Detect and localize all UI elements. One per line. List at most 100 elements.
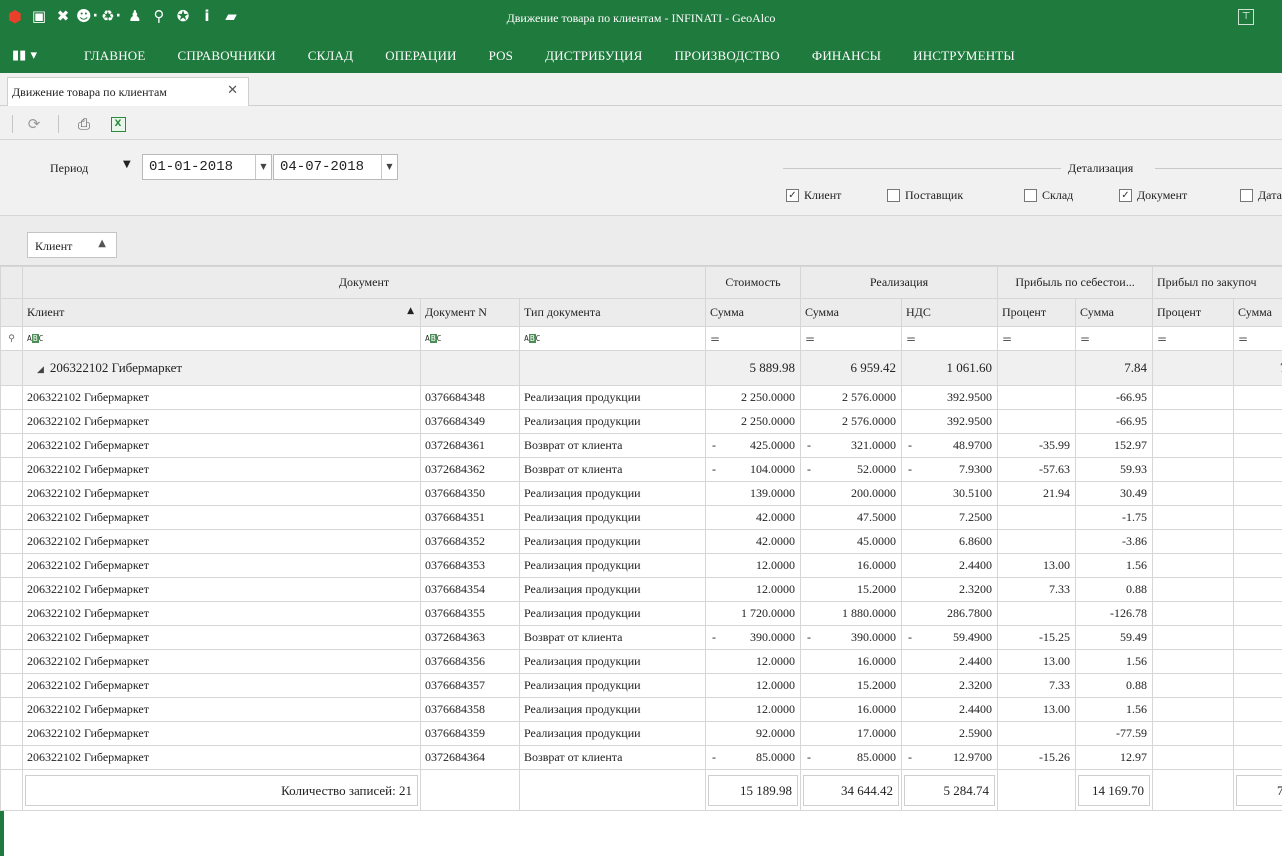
cell-profit-sum: -3.86 (1075, 529, 1154, 554)
cell-p2-sum (1233, 649, 1282, 674)
col-sale-sum[interactable]: Сумма (800, 298, 902, 327)
date-from-dropdown-icon[interactable]: ▼ (255, 155, 271, 179)
band-sales[interactable]: Реализация (799, 266, 999, 299)
filter-p2-sum[interactable]: = (1233, 326, 1282, 351)
cell-p2-pct (1152, 409, 1235, 434)
menu-item-4[interactable]: ОПЕРАЦИИ (385, 48, 456, 64)
menu-item-8[interactable]: ФИНАНСЫ (812, 48, 881, 64)
cell-doc-number: 0372684361 (420, 433, 520, 458)
filter-sale-sum[interactable]: = (800, 326, 902, 351)
checkbox-checked-icon[interactable]: ✓ (786, 189, 799, 202)
group-row-label-cell[interactable]: ◢ 206322102 Гибермаркет (22, 350, 421, 386)
filter-client[interactable]: ABC (22, 326, 421, 351)
date-to-dropdown-icon[interactable]: ▼ (381, 155, 397, 179)
app-menu-icon[interactable]: ▮▮ ▾ (12, 48, 52, 63)
close-icon[interactable]: ✕ (227, 83, 238, 98)
cell-doc-type: Реализация продукции (519, 673, 706, 698)
menu-item-9[interactable]: ИНСТРУМЕНТЫ (913, 48, 1015, 64)
cell-profit-pct (997, 385, 1077, 410)
menu-item-5[interactable]: POS (489, 48, 513, 64)
filter-cost-sum[interactable]: = (705, 326, 801, 351)
cell-profit-pct: -15.26 (997, 745, 1077, 770)
print-icon[interactable]: ⎙ (74, 114, 94, 134)
group-row[interactable]: ◢ 206322102 Гибермаркет 5 889.98 6 959.42… (0, 350, 1282, 386)
group-row-label: 206322102 Гибермаркет (49, 360, 183, 375)
cell-client: 206322102 Гибермаркет (22, 457, 421, 482)
menu-item-2[interactable]: СПРАВОЧНИКИ (178, 48, 276, 64)
detail-checkbox-1[interactable]: ✓ Клиент (786, 188, 841, 203)
col-p2-pct[interactable]: Процент (1152, 298, 1235, 327)
table-row[interactable]: 206322102 Гибермаркет 0376684358 Реализаци… (0, 697, 1282, 722)
excel-export-icon[interactable]: X (108, 114, 128, 134)
table-row[interactable]: 206322102 Гибермаркет 0372684364 Возврат о… (0, 745, 1282, 770)
menu-item-7[interactable]: ПРОИЗВОДСТВО (674, 48, 779, 64)
group-chip-client[interactable]: Клиент ▲ (27, 232, 117, 258)
filter-vat[interactable]: = (900, 326, 999, 351)
filter-profit-sum[interactable]: = (1075, 326, 1154, 351)
col-p2-sum[interactable]: Сумма (1233, 298, 1282, 327)
table-row[interactable]: 206322102 Гибермаркет 0376684348 Реализаци… (0, 385, 1282, 410)
col-profit-pct[interactable]: Процент (997, 298, 1077, 327)
band-cost[interactable]: Стоимость (705, 266, 801, 299)
table-row[interactable]: 206322102 Гибермаркет 0376684356 Реализаци… (0, 649, 1282, 674)
checkbox-unchecked-icon[interactable] (887, 189, 900, 202)
cell-profit-sum: -1.75 (1075, 505, 1154, 530)
date-from-field[interactable]: 01-01-2018 ▼ (142, 154, 272, 180)
table-row[interactable]: 206322102 Гибермаркет 0376684359 Реализаци… (0, 721, 1282, 746)
data-grid: Документ Стоимость Реализация Прибыль по… (0, 266, 1282, 811)
filter-doc-number[interactable]: ABC (420, 326, 520, 351)
collapse-icon[interactable]: ◢ (37, 365, 44, 375)
refresh-icon[interactable]: ⟳ (24, 114, 44, 134)
cell-doc-number: 0376684359 (420, 721, 520, 746)
table-row[interactable]: 206322102 Гибермаркет 0376684351 Реализаци… (0, 505, 1282, 530)
cell-cost: 2 250.0000 (705, 409, 801, 434)
band-document[interactable]: Документ (22, 266, 706, 299)
tab-client-movement[interactable]: Движение товара по клиентам ✕ (7, 77, 249, 107)
band-profit-purchase[interactable]: Прибыл по закупоч (1152, 266, 1282, 299)
col-cost-sum[interactable]: Сумма (705, 298, 801, 327)
filter-pin-icon[interactable]: ⚲ (0, 326, 23, 351)
table-row[interactable]: 206322102 Гибермаркет 0372684361 Возврат о… (0, 433, 1282, 458)
table-row[interactable]: 206322102 Гибермаркет 0376684354 Реализаци… (0, 577, 1282, 602)
col-client[interactable]: Клиент ▲ (22, 298, 421, 327)
period-dropdown-icon[interactable]: ▼ (123, 159, 131, 170)
cell-p2-sum (1233, 409, 1282, 434)
table-row[interactable]: 206322102 Гибермаркет 0376684353 Реализаци… (0, 553, 1282, 578)
filter-profit-pct[interactable]: = (997, 326, 1077, 351)
cell-vat: 286.7800 (900, 601, 999, 626)
detail-checkbox-4[interactable]: ✓ Документ (1119, 188, 1187, 203)
cell-vat: 2.4400 (900, 649, 999, 674)
table-row[interactable]: 206322102 Гибермаркет 0376684355 Реализаци… (0, 601, 1282, 626)
date-to-field[interactable]: 04-07-2018 ▼ (273, 154, 398, 180)
detail-checkbox-2[interactable]: Поставщик (887, 188, 963, 203)
table-row[interactable]: 206322102 Гибермаркет 0376684350 Реализаци… (0, 481, 1282, 506)
checkbox-checked-icon[interactable]: ✓ (1119, 189, 1132, 202)
detail-checkbox-label: Дата (1258, 188, 1282, 202)
filter-doc-type[interactable]: ABC (519, 326, 706, 351)
cell-profit-pct: 7.33 (997, 673, 1077, 698)
menu-item-1[interactable]: ГЛАВНОЕ (84, 48, 146, 64)
menu-item-6[interactable]: ДИСТРИБУЦИЯ (545, 48, 642, 64)
table-row[interactable]: 206322102 Гибермаркет 0372684363 Возврат о… (0, 625, 1282, 650)
table-row[interactable]: 206322102 Гибермаркет 0376684352 Реализаци… (0, 529, 1282, 554)
restore-icon[interactable]: ⊤ (1238, 9, 1254, 25)
band-profit-cost[interactable]: Прибыль по себестои... (997, 266, 1154, 299)
col-doc-number[interactable]: Документ N (420, 298, 520, 327)
detail-checkbox-3[interactable]: Склад (1024, 188, 1073, 203)
checkbox-unchecked-icon[interactable] (1024, 189, 1037, 202)
table-row[interactable]: 206322102 Гибермаркет 0376684349 Реализаци… (0, 409, 1282, 434)
col-vat[interactable]: НДС (900, 298, 999, 327)
table-row[interactable]: 206322102 Гибермаркет 0372684362 Возврат о… (0, 457, 1282, 482)
cell-p2-pct (1152, 553, 1235, 578)
filter-p2-pct[interactable]: = (1152, 326, 1235, 351)
menu-item-3[interactable]: СКЛАД (308, 48, 353, 64)
summary-footer-row: Количество записей: 21 15 189.98 34 644.… (0, 769, 1282, 811)
cell-cost: - 104.0000 (705, 457, 801, 482)
detail-checkbox-5[interactable]: Дата (1240, 188, 1282, 203)
table-row[interactable]: 206322102 Гибермаркет 0376684357 Реализаци… (0, 673, 1282, 698)
col-profit-sum[interactable]: Сумма (1075, 298, 1154, 327)
col-doc-type[interactable]: Тип документа (519, 298, 706, 327)
cell-cost: 42.0000 (705, 505, 801, 530)
cell-doc-type: Реализация продукции (519, 721, 706, 746)
checkbox-unchecked-icon[interactable] (1240, 189, 1253, 202)
